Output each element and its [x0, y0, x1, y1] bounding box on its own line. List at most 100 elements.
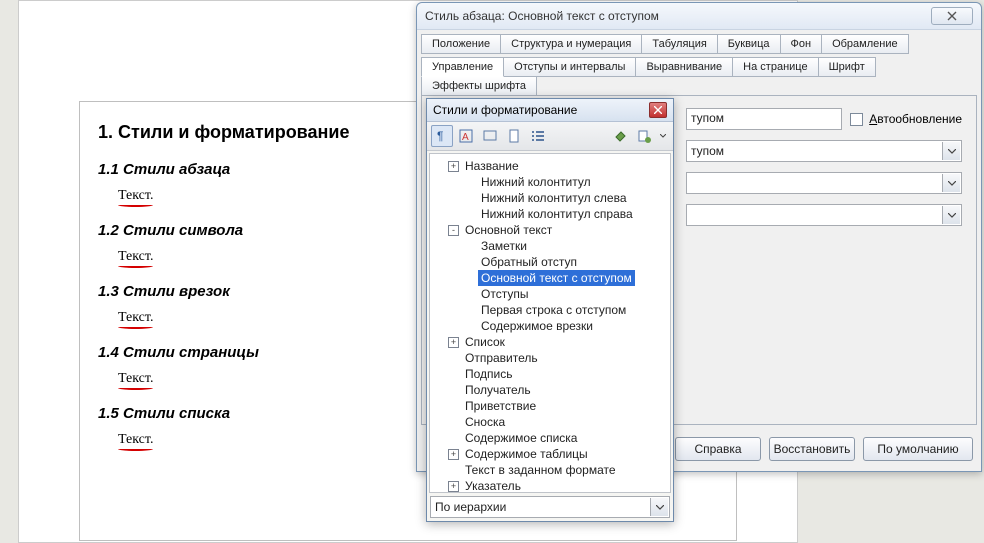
chevron-down-icon	[650, 498, 668, 516]
pilcrow-icon: ¶	[435, 129, 449, 143]
tree-label[interactable]: Основной текст с отступом	[478, 270, 635, 286]
tree-node[interactable]: Нижний колонтитул справа	[432, 206, 668, 222]
sf-titlebar[interactable]: Стили и форматирование	[427, 99, 673, 122]
tree-node[interactable]: Отправитель	[432, 350, 668, 366]
tree-node[interactable]: Обратный отступ	[432, 254, 668, 270]
tab-фон[interactable]: Фон	[780, 34, 823, 54]
tree-node[interactable]: Приветствие	[432, 398, 668, 414]
next-style-combo[interactable]: тупом	[686, 140, 962, 162]
tree-label[interactable]: Отправитель	[462, 350, 541, 366]
combo-value: тупом	[691, 144, 724, 158]
tree-label[interactable]: Содержимое врезки	[478, 318, 596, 334]
linked-style-combo[interactable]	[686, 172, 962, 194]
tree-label[interactable]: Первая строка с отступом	[478, 302, 629, 318]
tree-node[interactable]: Текст в заданном формате	[432, 462, 668, 478]
tree-label[interactable]: Содержимое таблицы	[462, 446, 591, 462]
tree-label[interactable]: Приветствие	[462, 398, 539, 414]
expand-icon[interactable]: +	[448, 449, 459, 460]
tree-label[interactable]: Обратный отступ	[478, 254, 580, 270]
body-text: Текст.	[118, 371, 153, 387]
tab-структура-и-нумерация[interactable]: Структура и нумерация	[500, 34, 642, 54]
tree-label[interactable]: Указатель	[462, 478, 524, 493]
restore-button[interactable]: Восстановить	[769, 437, 855, 461]
tree-label[interactable]: Нижний колонтитул	[478, 174, 594, 190]
style-tree[interactable]: +НазваниеНижний колонтитулНижний колонти…	[429, 153, 671, 493]
sf-close-button[interactable]	[649, 102, 667, 118]
tab-эффекты-шрифта[interactable]: Эффекты шрифта	[421, 76, 537, 96]
tab-буквица[interactable]: Буквица	[717, 34, 781, 54]
chevron-down-icon	[660, 134, 666, 138]
tree-label[interactable]: Получатель	[462, 382, 534, 398]
sf-toolbar: ¶ A	[427, 122, 673, 151]
dialog-titlebar[interactable]: Стиль абзаца: Основной текст с отступом	[417, 3, 981, 30]
tree-label[interactable]: Заметки	[478, 238, 530, 254]
tree-node[interactable]: +Название	[432, 158, 668, 174]
tree-node[interactable]: Содержимое списка	[432, 430, 668, 446]
tree-label[interactable]: Сноска	[462, 414, 508, 430]
expand-icon[interactable]: +	[448, 161, 459, 172]
character-styles-button[interactable]: A	[455, 125, 477, 147]
new-style-button[interactable]	[633, 125, 655, 147]
body-text: Текст.	[118, 432, 153, 448]
tab-на-странице[interactable]: На странице	[732, 57, 818, 77]
tree-label[interactable]: Основной текст	[462, 222, 555, 238]
tree-label[interactable]: Подпись	[462, 366, 516, 382]
tree-node[interactable]: Нижний колонтитул слева	[432, 190, 668, 206]
tab-управление[interactable]: Управление	[421, 57, 504, 77]
category-combo[interactable]	[686, 204, 962, 226]
tree-label[interactable]: Нижний колонтитул слева	[478, 190, 630, 206]
new-style-icon	[637, 129, 651, 143]
tree-label[interactable]: Название	[462, 158, 522, 174]
filter-value: По иерархии	[435, 500, 506, 514]
frame-styles-button[interactable]	[479, 125, 501, 147]
tab-табуляция[interactable]: Табуляция	[641, 34, 717, 54]
tab-выравнивание[interactable]: Выравнивание	[635, 57, 733, 77]
style-name-input[interactable]: тупом	[686, 108, 842, 130]
help-button[interactable]: Справка	[675, 437, 761, 461]
tree-label[interactable]: Текст в заданном формате	[462, 462, 619, 478]
tab-положение[interactable]: Положение	[421, 34, 501, 54]
collapse-icon[interactable]: -	[448, 225, 459, 236]
expand-icon[interactable]: +	[448, 481, 459, 492]
svg-text:A: A	[462, 132, 469, 143]
paragraph-styles-button[interactable]: ¶	[431, 125, 453, 147]
tree-node[interactable]: Содержимое врезки	[432, 318, 668, 334]
tree-node[interactable]: Подпись	[432, 366, 668, 382]
fill-format-button[interactable]	[609, 125, 631, 147]
page-icon	[507, 129, 521, 143]
tab-обрамление[interactable]: Обрамление	[821, 34, 909, 54]
tree-node[interactable]: +Список	[432, 334, 668, 350]
expand-icon[interactable]: +	[448, 337, 459, 348]
filter-combo[interactable]: По иерархии	[430, 496, 670, 518]
close-button[interactable]	[931, 7, 973, 25]
default-button[interactable]: По умолчанию	[863, 437, 973, 461]
close-icon	[654, 106, 662, 114]
auto-update-label: втообновление	[877, 112, 962, 126]
tree-node[interactable]: Нижний колонтитул	[432, 174, 668, 190]
tree-label[interactable]: Содержимое списка	[462, 430, 580, 446]
close-icon	[947, 11, 957, 21]
checkbox-box	[850, 113, 863, 126]
body-text: Текст.	[118, 249, 153, 265]
new-style-dropdown[interactable]	[657, 125, 669, 147]
chevron-down-icon	[942, 206, 960, 224]
chevron-down-icon	[942, 174, 960, 192]
tree-node[interactable]: Получатель	[432, 382, 668, 398]
auto-update-checkbox[interactable]: Автообновление	[850, 112, 962, 126]
tree-label[interactable]: Отступы	[478, 286, 531, 302]
tree-node[interactable]: Отступы	[432, 286, 668, 302]
list-styles-button[interactable]	[527, 125, 549, 147]
tree-node[interactable]: Первая строка с отступом	[432, 302, 668, 318]
tree-label[interactable]: Список	[462, 334, 508, 350]
tree-label[interactable]: Нижний колонтитул справа	[478, 206, 636, 222]
tree-node[interactable]: Основной текст с отступом	[432, 270, 668, 286]
tree-node[interactable]: +Указатель	[432, 478, 668, 493]
tree-node[interactable]: Сноска	[432, 414, 668, 430]
page-styles-button[interactable]	[503, 125, 525, 147]
tree-node[interactable]: +Содержимое таблицы	[432, 446, 668, 462]
tab-шрифт[interactable]: Шрифт	[818, 57, 876, 77]
frame-icon	[483, 129, 497, 143]
tree-node[interactable]: -Основной текст	[432, 222, 668, 238]
tab-отступы-и-интервалы[interactable]: Отступы и интервалы	[503, 57, 636, 77]
tree-node[interactable]: Заметки	[432, 238, 668, 254]
